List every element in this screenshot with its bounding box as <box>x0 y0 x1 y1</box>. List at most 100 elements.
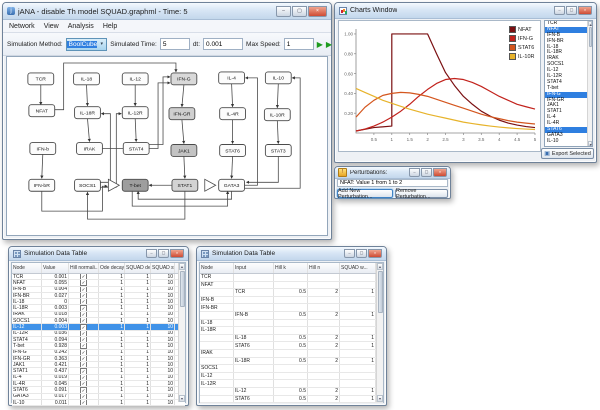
table-row[interactable]: IL-120.521 <box>200 388 383 396</box>
table-row[interactable]: IFN-BR <box>200 304 383 312</box>
column-header[interactable]: Node <box>12 263 42 273</box>
network-node[interactable]: STAT6 <box>220 145 246 157</box>
column-header[interactable]: Input <box>234 263 274 273</box>
scroll-up-icon[interactable]: ▲ <box>588 21 592 26</box>
network-node[interactable]: T-bet <box>122 179 148 191</box>
play-icon[interactable]: ▶ <box>317 38 323 51</box>
checkbox-checked-icon[interactable]: ✓ <box>80 381 87 386</box>
checkbox-checked-icon[interactable]: ✓ <box>80 350 87 355</box>
scrollbar-thumb[interactable] <box>378 271 383 313</box>
column-header[interactable]: Node <box>200 263 234 273</box>
table1-titlebar[interactable]: Simulation Data Table – ▢ × <box>9 247 188 261</box>
checkbox-checked-icon[interactable]: ✓ <box>80 368 87 373</box>
scroll-up-icon[interactable]: ▲ <box>179 263 185 270</box>
table2-titlebar[interactable]: Simulation Data Table – ▢ × <box>197 247 386 261</box>
checkbox-checked-icon[interactable]: ✓ <box>80 343 87 348</box>
checkbox-checked-icon[interactable]: ✓ <box>80 312 87 317</box>
network-node[interactable]: IL-4 <box>219 72 245 84</box>
checkbox-checked-icon[interactable]: ✓ <box>80 324 87 329</box>
network-node[interactable]: IFN-GR <box>169 108 195 120</box>
table-row[interactable]: STAT60.521 <box>200 396 383 404</box>
table-row[interactable]: IL-12 <box>200 373 383 381</box>
checkbox-checked-icon[interactable]: ✓ <box>80 318 87 323</box>
close-button[interactable]: × <box>368 249 382 258</box>
close-button[interactable]: × <box>308 6 327 17</box>
checkbox-checked-icon[interactable]: ✓ <box>80 387 87 392</box>
network-node[interactable]: IRAK <box>77 143 103 155</box>
table-row[interactable]: IL-18R0.521 <box>200 358 383 366</box>
column-header[interactable]: Hill n <box>308 263 340 273</box>
table-row[interactable]: IL-12R <box>200 380 383 388</box>
export-selected-button[interactable]: ▣ Export Selected <box>541 148 594 159</box>
menu-network[interactable]: Network <box>9 23 35 30</box>
charts-titlebar[interactable]: Charts Window – ▢ × <box>335 3 596 19</box>
network-node[interactable]: IL-4R <box>220 108 246 120</box>
checkbox-checked-icon[interactable]: ✓ <box>80 287 87 292</box>
checkbox-checked-icon[interactable]: ✓ <box>80 375 87 380</box>
checkbox-checked-icon[interactable]: ✓ <box>80 274 87 279</box>
table-row[interactable]: SOCS1 <box>200 365 383 373</box>
column-header[interactable]: Value <box>42 263 69 273</box>
checkbox-checked-icon[interactable]: ✓ <box>80 299 87 304</box>
network-node[interactable]: IL-12 <box>122 73 148 85</box>
dt-input[interactable] <box>203 38 243 50</box>
checkbox-checked-icon[interactable]: ✓ <box>80 280 87 285</box>
table-row[interactable]: IL-18 <box>200 320 383 328</box>
checkbox-checked-icon[interactable]: ✓ <box>80 400 87 405</box>
table-row[interactable]: IL-100.011✓1110 <box>12 400 185 406</box>
checkbox-checked-icon[interactable]: ✓ <box>80 331 87 336</box>
column-header[interactable]: SQUAD w... <box>340 263 376 273</box>
checkbox-checked-icon[interactable]: ✓ <box>80 337 87 342</box>
table-row[interactable]: STAT60.521 <box>200 342 383 350</box>
step-icon[interactable]: ▶ <box>326 38 332 51</box>
table1-scrollbar[interactable]: ▲ ▼ <box>178 263 185 402</box>
maximize-button[interactable]: ▢ <box>356 249 367 258</box>
maximize-button[interactable]: ▢ <box>566 6 577 15</box>
network-node[interactable]: IL-10R <box>264 109 290 121</box>
network-node[interactable]: IL-10 <box>265 72 291 84</box>
scroll-down-icon[interactable]: ▼ <box>377 395 383 402</box>
column-header[interactable]: Ode decay <box>99 263 125 273</box>
maximize-button[interactable]: ▢ <box>158 249 169 258</box>
max-speed-input[interactable] <box>284 38 314 50</box>
network-node[interactable]: IL-18 <box>74 73 100 85</box>
scroll-down-icon[interactable]: ▼ <box>179 395 185 402</box>
column-header[interactable]: Hill normali... <box>69 263 99 273</box>
maximize-button[interactable]: ▢ <box>292 6 307 17</box>
close-button[interactable]: × <box>578 6 592 15</box>
table-row[interactable]: IFN-B0.521 <box>200 312 383 320</box>
close-button[interactable]: × <box>433 168 447 177</box>
checkbox-checked-icon[interactable]: ✓ <box>80 293 87 298</box>
perturbation-list-item[interactable]: NFAT: Value 1 from 1 to 2 <box>337 179 448 187</box>
network-node[interactable]: IL-18R <box>75 107 101 119</box>
scroll-down-icon[interactable]: ▼ <box>588 141 592 146</box>
minimize-button[interactable]: – <box>409 168 420 177</box>
network-node[interactable]: SOCS1 <box>75 179 101 191</box>
main-titlebar[interactable]: j jANA - disable Th model SQUAD.graphml … <box>3 3 331 20</box>
network-node[interactable]: NFAT <box>29 105 55 117</box>
scroll-up-icon[interactable]: ▲ <box>377 263 383 270</box>
column-header[interactable]: Hill k <box>274 263 308 273</box>
table-row[interactable]: TCR0.521 <box>200 289 383 297</box>
list-scrollbar[interactable]: ▲ ▼ <box>587 21 592 146</box>
checkbox-checked-icon[interactable]: ✓ <box>80 356 87 361</box>
maximize-button[interactable]: ▢ <box>421 168 432 177</box>
checkbox-checked-icon[interactable]: ✓ <box>80 394 87 399</box>
column-header[interactable]: SQUAD st... <box>151 263 175 273</box>
table-row[interactable]: NFAT <box>200 282 383 290</box>
table-row[interactable]: IRAK <box>200 350 383 358</box>
network-node[interactable]: STAT1 <box>172 179 198 191</box>
minimize-button[interactable]: – <box>344 249 355 258</box>
add-perturbation-button[interactable]: Add New Perturbation... <box>337 189 393 198</box>
close-button[interactable]: × <box>170 249 184 258</box>
minimize-button[interactable]: – <box>146 249 157 258</box>
scrollbar-thumb[interactable] <box>180 271 185 307</box>
table-row[interactable]: IL-18R <box>200 327 383 335</box>
network-node[interactable]: IL-12R <box>122 107 148 119</box>
list-item[interactable]: IL-10 <box>545 139 587 145</box>
menu-help[interactable]: Help <box>103 23 117 30</box>
table-row[interactable]: IFN-B <box>200 297 383 305</box>
network-node[interactable]: TCR <box>28 73 54 85</box>
sim-time-input[interactable] <box>160 38 190 50</box>
remove-perturbation-button[interactable]: Remove Perturbation... <box>395 189 448 198</box>
